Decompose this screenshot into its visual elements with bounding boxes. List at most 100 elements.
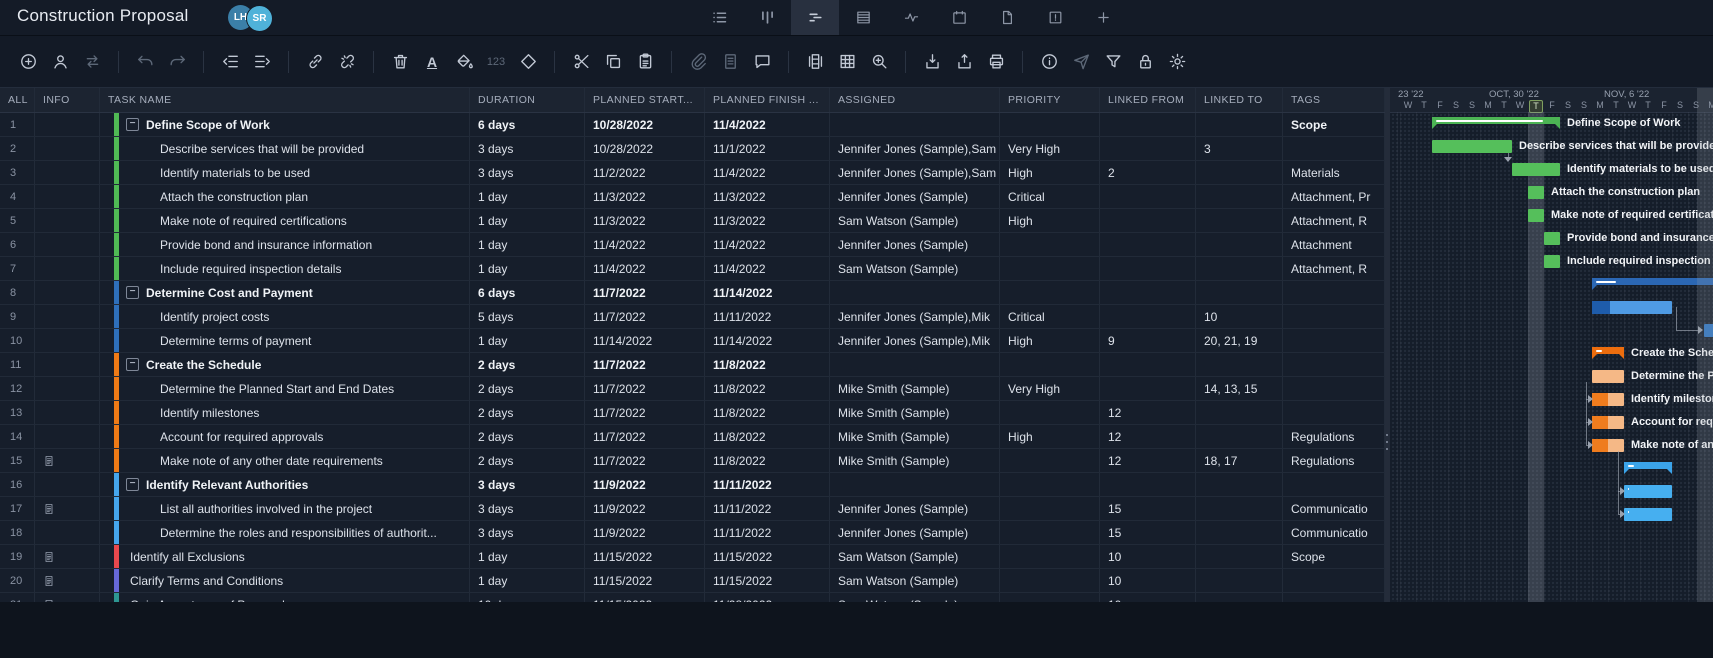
cell-tags[interactable] bbox=[1283, 593, 1385, 602]
cell-linked-to[interactable] bbox=[1196, 257, 1283, 280]
gantt-task-bar[interactable] bbox=[1592, 370, 1624, 383]
cell-tags[interactable]: Materials bbox=[1283, 161, 1385, 184]
cell-info[interactable] bbox=[35, 569, 100, 592]
cell-info[interactable] bbox=[35, 401, 100, 424]
cell-planned-start[interactable]: 11/9/2022 bbox=[585, 497, 705, 520]
cell-assigned[interactable]: Sam Watson (Sample) bbox=[830, 593, 1000, 602]
cell-info[interactable] bbox=[35, 497, 100, 520]
view-tab-calendar[interactable] bbox=[935, 0, 983, 35]
cell-priority[interactable] bbox=[1000, 233, 1100, 256]
cell-info[interactable] bbox=[35, 305, 100, 328]
filter-button[interactable] bbox=[1100, 49, 1126, 75]
cell-assigned[interactable]: Sam Watson (Sample) bbox=[830, 209, 1000, 232]
cell-planned-finish[interactable]: 11/15/2022 bbox=[705, 545, 830, 568]
row-number[interactable]: 9 bbox=[0, 305, 35, 328]
cell-info[interactable] bbox=[35, 473, 100, 496]
row-number[interactable]: 7 bbox=[0, 257, 35, 280]
cell-info[interactable] bbox=[35, 329, 100, 352]
cell-priority[interactable] bbox=[1000, 593, 1100, 602]
cell-task-name[interactable]: Identify project costs bbox=[100, 305, 470, 328]
cell-planned-start[interactable]: 11/15/2022 bbox=[585, 545, 705, 568]
row-number[interactable]: 2 bbox=[0, 137, 35, 160]
cell-linked-from[interactable] bbox=[1100, 137, 1196, 160]
send-button[interactable] bbox=[1068, 49, 1094, 75]
cell-priority[interactable] bbox=[1000, 353, 1100, 376]
cell-task-name[interactable]: −Determine Cost and Payment bbox=[100, 281, 470, 304]
plus-circle-button[interactable] bbox=[15, 49, 41, 75]
cell-info[interactable] bbox=[35, 161, 100, 184]
cell-duration[interactable]: 3 days bbox=[470, 521, 585, 544]
cell-linked-from[interactable] bbox=[1100, 233, 1196, 256]
cell-tags[interactable] bbox=[1283, 401, 1385, 424]
col-header-linked-from[interactable]: LINKED FROM bbox=[1100, 88, 1196, 112]
cell-linked-from[interactable]: 15 bbox=[1100, 521, 1196, 544]
info-button[interactable] bbox=[1036, 49, 1062, 75]
cell-task-name[interactable]: Gain Acceptance of Proposal bbox=[100, 593, 470, 602]
cell-linked-from[interactable]: 10 bbox=[1100, 593, 1196, 602]
cell-planned-start[interactable]: 11/7/2022 bbox=[585, 401, 705, 424]
cell-info[interactable] bbox=[35, 113, 100, 136]
cell-duration[interactable]: 2 days bbox=[470, 449, 585, 472]
cell-priority[interactable] bbox=[1000, 569, 1100, 592]
lock-button[interactable] bbox=[1132, 49, 1158, 75]
cell-planned-start[interactable]: 11/7/2022 bbox=[585, 353, 705, 376]
cell-planned-finish[interactable]: 11/8/2022 bbox=[705, 353, 830, 376]
cell-planned-start[interactable]: 11/3/2022 bbox=[585, 185, 705, 208]
cell-tags[interactable]: Regulations bbox=[1283, 425, 1385, 448]
cell-linked-to[interactable] bbox=[1196, 521, 1283, 544]
cell-linked-from[interactable] bbox=[1100, 185, 1196, 208]
gantt-task-bar[interactable] bbox=[1592, 439, 1624, 452]
cell-info[interactable] bbox=[35, 521, 100, 544]
cell-priority[interactable] bbox=[1000, 545, 1100, 568]
unlink-button[interactable] bbox=[334, 49, 360, 75]
gantt-summary-bar[interactable] bbox=[1592, 278, 1713, 290]
view-tab-board[interactable] bbox=[743, 0, 791, 35]
cell-priority[interactable]: Very High bbox=[1000, 137, 1100, 160]
cell-task-name[interactable]: List all authorities involved in the pro… bbox=[100, 497, 470, 520]
cell-duration[interactable]: 2 days bbox=[470, 425, 585, 448]
cell-linked-to[interactable] bbox=[1196, 209, 1283, 232]
row-number[interactable]: 13 bbox=[0, 401, 35, 424]
table-button[interactable] bbox=[834, 49, 860, 75]
cell-duration[interactable]: 5 days bbox=[470, 305, 585, 328]
cell-planned-finish[interactable]: 11/3/2022 bbox=[705, 209, 830, 232]
cell-planned-finish[interactable]: 11/14/2022 bbox=[705, 329, 830, 352]
cell-linked-from[interactable] bbox=[1100, 473, 1196, 496]
cell-priority[interactable] bbox=[1000, 521, 1100, 544]
cell-assigned[interactable]: Mike Smith (Sample) bbox=[830, 401, 1000, 424]
cell-duration[interactable]: 1 day bbox=[470, 569, 585, 592]
cell-tags[interactable]: Regulations bbox=[1283, 449, 1385, 472]
view-tab-gantt[interactable] bbox=[791, 0, 839, 35]
cell-task-name[interactable]: Include required inspection details bbox=[100, 257, 470, 280]
view-tab-alert[interactable] bbox=[1031, 0, 1079, 35]
cell-tags[interactable] bbox=[1283, 473, 1385, 496]
import-button[interactable] bbox=[919, 49, 945, 75]
cell-planned-start[interactable]: 11/7/2022 bbox=[585, 425, 705, 448]
gantt-task-bar[interactable] bbox=[1432, 140, 1512, 153]
cell-planned-start[interactable]: 10/28/2022 bbox=[585, 137, 705, 160]
row-number[interactable]: 15 bbox=[0, 449, 35, 472]
row-number[interactable]: 6 bbox=[0, 233, 35, 256]
cell-planned-finish[interactable]: 11/11/2022 bbox=[705, 497, 830, 520]
cell-info[interactable] bbox=[35, 281, 100, 304]
cell-duration[interactable]: 3 days bbox=[470, 473, 585, 496]
zoom-in-button[interactable] bbox=[866, 49, 892, 75]
cell-assigned[interactable]: Sam Watson (Sample) bbox=[830, 545, 1000, 568]
cell-priority[interactable]: High bbox=[1000, 209, 1100, 232]
collapse-toggle[interactable]: − bbox=[126, 358, 139, 371]
row-number[interactable]: 12 bbox=[0, 377, 35, 400]
cell-tags[interactable]: Attachment, Pr bbox=[1283, 185, 1385, 208]
gantt-task-bar[interactable] bbox=[1512, 163, 1560, 176]
row-number[interactable]: 4 bbox=[0, 185, 35, 208]
cell-linked-to[interactable]: 3 bbox=[1196, 137, 1283, 160]
indent-button[interactable] bbox=[249, 49, 275, 75]
cut-button[interactable] bbox=[568, 49, 594, 75]
cell-task-name[interactable]: Attach the construction plan bbox=[100, 185, 470, 208]
cell-assigned[interactable]: Jennifer Jones (Sample),Sam bbox=[830, 161, 1000, 184]
cell-duration[interactable]: 1 day bbox=[470, 233, 585, 256]
cell-assigned[interactable]: Jennifer Jones (Sample),Mik bbox=[830, 305, 1000, 328]
gantt-summary-bar[interactable] bbox=[1624, 462, 1672, 474]
cell-linked-to[interactable] bbox=[1196, 497, 1283, 520]
cell-linked-to[interactable] bbox=[1196, 233, 1283, 256]
gantt-task-bar[interactable] bbox=[1544, 232, 1560, 245]
